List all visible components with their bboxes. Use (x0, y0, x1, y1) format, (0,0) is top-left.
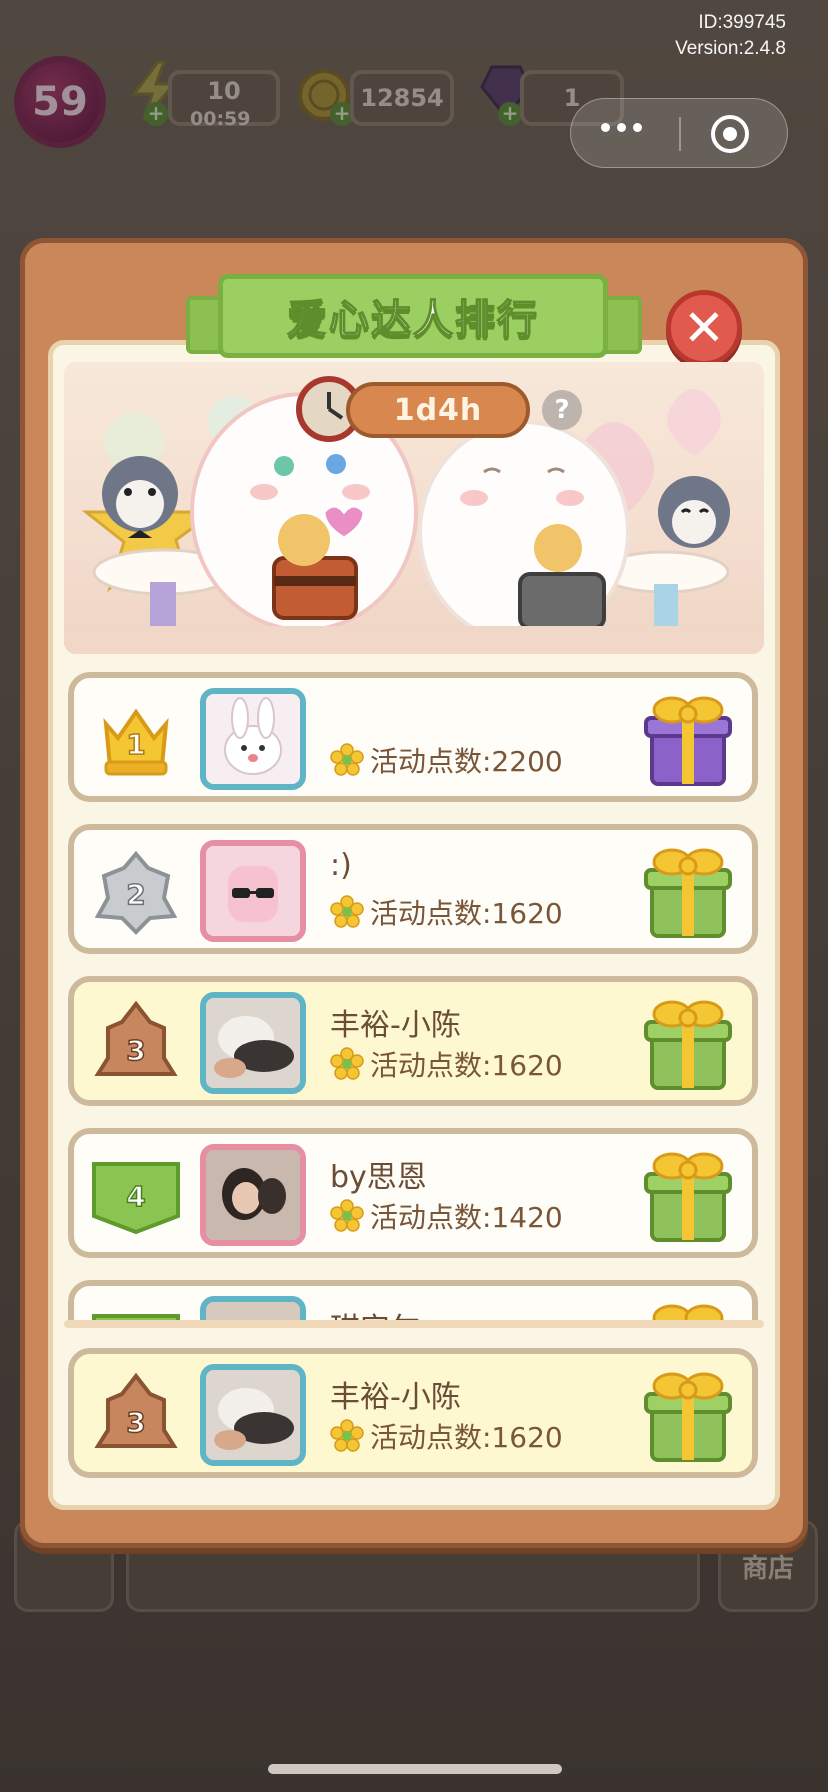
rank-number: 4 (126, 1180, 145, 1213)
green-gift-icon[interactable] (642, 990, 734, 1094)
rank-row-1[interactable]: 1 活动点数:2200 (68, 672, 758, 802)
activity-points: 活动点数:1620 (330, 1044, 563, 1084)
bronze-rank-icon: 3 (94, 1372, 178, 1448)
event-countdown: 1d4h (346, 382, 530, 438)
avatar (200, 992, 306, 1094)
rank-number: 2 (126, 878, 145, 911)
points-text: 活动点数:1620 (370, 1049, 563, 1082)
rank-number: 3 (126, 1406, 145, 1439)
green-gift-icon[interactable] (642, 1362, 734, 1466)
activity-points: 活动点数:1420 (330, 1196, 563, 1236)
avatar (200, 1364, 306, 1466)
my-rank-row[interactable]: 3 丰裕-小陈 活动点数:1620 (68, 1348, 758, 1478)
flower-point-icon (330, 895, 364, 928)
flower-point-icon (330, 743, 364, 776)
help-button[interactable]: ? (542, 390, 582, 430)
avatar (200, 688, 306, 790)
scroll-clip: 5 琪安尔 (68, 1280, 758, 1324)
points-text: 活动点数:1420 (370, 1201, 563, 1234)
rank-row-2[interactable]: 2 :) 活动点数:1620 (68, 824, 758, 954)
mini-program-capsule (570, 98, 788, 168)
activity-points: 活动点数:1620 (330, 1416, 563, 1456)
version-text: Version:2.4.8 (675, 38, 786, 59)
points-text: 活动点数:2200 (370, 745, 563, 778)
bronze-rank-icon: 3 (94, 1000, 178, 1076)
activity-points: 活动点数:1620 (330, 892, 563, 932)
flower-point-icon (330, 1419, 364, 1452)
close-miniprogram-icon[interactable] (711, 115, 749, 153)
title-banner: 爱心达人排行 (218, 274, 608, 358)
help-icon: ? (554, 395, 570, 425)
activity-points: 活动点数:2200 (330, 740, 563, 780)
countdown-value: 1d4h (393, 392, 483, 428)
flower-point-icon (330, 1199, 364, 1232)
player-name: 丰裕-小陈 (330, 1008, 461, 1043)
home-indicator[interactable] (268, 1764, 562, 1774)
purple-gift-icon[interactable] (642, 686, 734, 790)
rank-row-4[interactable]: 4 by思恩 活动点数:1420 (68, 1128, 758, 1258)
avatar (200, 1144, 306, 1246)
version-info: ID:399745 Version:2.4.8 (675, 10, 786, 62)
green-gift-icon[interactable] (642, 838, 734, 942)
player-name: :) (330, 848, 352, 883)
id-text: ID:399745 (698, 12, 786, 33)
rank-number: 1 (126, 728, 145, 761)
close-icon: ✕ (683, 299, 725, 357)
flower-point-icon (330, 1047, 364, 1080)
green-flag-rank-icon: 4 (92, 1162, 180, 1235)
list-divider (64, 1320, 764, 1328)
gold-crown-rank-icon: 1 (103, 708, 169, 776)
close-button[interactable]: ✕ (666, 290, 742, 366)
more-menu-icon[interactable] (601, 123, 642, 132)
avatar (200, 840, 306, 942)
rank-number: 3 (126, 1034, 145, 1067)
capsule-divider (679, 117, 681, 151)
rank-row-3[interactable]: 3 丰裕-小陈 活动点数:1620 (68, 976, 758, 1106)
player-name: by思恩 (330, 1160, 427, 1195)
points-text: 活动点数:1620 (370, 1421, 563, 1454)
panel-title: 爱心达人排行 (286, 296, 539, 344)
green-gift-icon[interactable] (642, 1142, 734, 1246)
points-text: 活动点数:1620 (370, 897, 563, 930)
rank-row-5[interactable]: 5 琪安尔 (68, 1280, 758, 1324)
player-name: 丰裕-小陈 (330, 1380, 461, 1415)
silver-rank-icon: 2 (94, 850, 178, 935)
